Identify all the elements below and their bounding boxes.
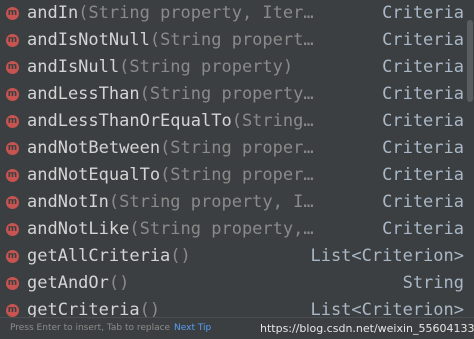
method-params: (): [170, 246, 191, 266]
method-name: andLessThan: [27, 84, 140, 104]
code-completion-popup: m andIn(String property, Iter… Criteria …: [0, 0, 474, 339]
completion-item[interactable]: m andNotBetween(String proper… Criteria: [0, 135, 466, 162]
method-icon: m: [6, 277, 19, 290]
completion-item[interactable]: m andNotLike(String property,… Criteria: [0, 216, 466, 243]
completion-scrollbar[interactable]: [466, 0, 474, 320]
method-params: (String propert…: [149, 30, 314, 50]
method-name: andNotEqualTo: [27, 165, 161, 185]
method-name: getAndOr: [27, 273, 109, 293]
completion-item[interactable]: m andIsNotNull(String propert… Criteria: [0, 27, 466, 54]
method-params: (): [108, 273, 130, 293]
method-icon: m: [6, 34, 19, 47]
completion-item[interactable]: m andLessThanOrEqualTo(String… Criteria: [0, 108, 466, 135]
return-type: Criteria: [372, 216, 464, 243]
completion-item[interactable]: m andNotIn(String property, I… Criteria: [0, 189, 466, 216]
method-params: (String property,…: [129, 219, 314, 239]
method-icon: m: [6, 196, 19, 209]
completion-item[interactable]: m getAllCriteria() List<Criterion>: [0, 243, 466, 270]
method-name: andNotBetween: [27, 138, 161, 158]
completion-item[interactable]: m andIsNull(String property) Criteria: [0, 54, 466, 81]
method-name: andNotIn: [27, 192, 109, 212]
method-icon: m: [6, 250, 19, 263]
method-name: andIsNull: [27, 57, 120, 77]
method-icon: m: [6, 115, 19, 128]
return-type: Criteria: [372, 0, 464, 27]
scrollbar-thumb[interactable]: [467, 20, 473, 102]
next-tip-link[interactable]: Next Tip: [174, 318, 211, 338]
completion-item[interactable]: m andLessThan(String property… Criteria: [0, 81, 466, 108]
method-params: (String proper…: [160, 138, 314, 158]
method-icon: m: [6, 61, 19, 74]
method-icon: m: [6, 223, 19, 236]
method-params: (String property, Iter…: [78, 3, 314, 23]
method-name: andLessThanOrEqualTo: [27, 111, 232, 131]
return-type: Criteria: [372, 108, 464, 135]
method-params: (String property, I…: [108, 192, 314, 212]
method-name: getAllCriteria: [27, 246, 171, 266]
return-type: Criteria: [372, 81, 464, 108]
method-name: andIn: [27, 3, 79, 23]
return-type: String: [392, 270, 464, 297]
insert-hint: Press Enter to insert, Tab to replace: [10, 323, 171, 333]
method-icon: m: [6, 142, 19, 155]
return-type: List<Criterion>: [300, 243, 464, 270]
method-icon: m: [6, 88, 19, 101]
return-type: Criteria: [372, 189, 464, 216]
return-type: Criteria: [372, 54, 464, 81]
method-params: (String property): [119, 57, 294, 77]
method-params: (String proper…: [160, 165, 314, 185]
completion-item[interactable]: m andIn(String property, Iter… Criteria: [0, 0, 466, 27]
watermark-url: https://blog.csdn.net/weixin_55604133: [260, 322, 474, 335]
completion-item[interactable]: m getAndOr() String: [0, 270, 466, 297]
return-type: Criteria: [372, 135, 464, 162]
method-icon: m: [6, 7, 19, 20]
method-params: (String property…: [139, 84, 314, 104]
method-icon: m: [6, 169, 19, 182]
return-type: Criteria: [372, 27, 464, 54]
completion-list: m andIn(String property, Iter… Criteria …: [0, 0, 466, 324]
method-icon: m: [6, 304, 19, 317]
completion-item[interactable]: m andNotEqualTo(String proper… Criteria: [0, 162, 466, 189]
method-name: andNotLike: [27, 219, 130, 239]
return-type: Criteria: [372, 162, 464, 189]
method-name: andIsNotNull: [27, 30, 150, 50]
method-params: (String…: [231, 111, 314, 131]
